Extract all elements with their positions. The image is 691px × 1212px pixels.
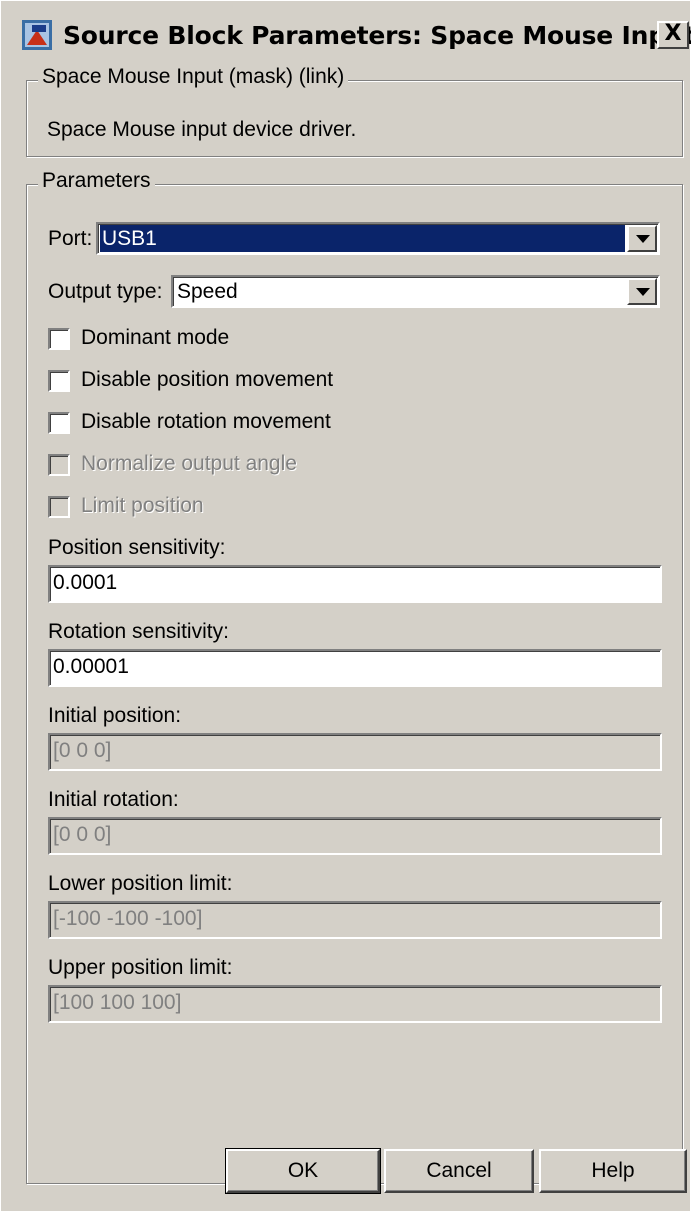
disable-rotation-movement-checkbox[interactable]: [48, 412, 70, 434]
dialog-window: Source Block Parameters: Space Mouse Inp…: [0, 0, 691, 1212]
close-button[interactable]: X: [657, 21, 689, 49]
upper-position-limit-label: Upper position limit:: [48, 956, 233, 979]
dominant-mode-checkbox[interactable]: [48, 328, 70, 350]
initial-position-label: Initial position:: [48, 704, 182, 727]
position-sensitivity-field[interactable]: 0.0001: [48, 565, 662, 603]
limit-position-label: Limit position: [81, 494, 204, 517]
output-type-value: Speed: [177, 280, 238, 303]
window-title: Source Block Parameters: Space Mouse Inp…: [63, 21, 691, 50]
disable-rotation-movement-label[interactable]: Disable rotation movement: [81, 410, 331, 434]
chevron-down-icon[interactable]: [627, 278, 657, 305]
upper-position-limit-field: [100 100 100]: [48, 985, 662, 1023]
ok-button[interactable]: OK: [225, 1148, 381, 1194]
position-sensitivity-label: Position sensitivity:: [48, 536, 226, 559]
initial-rotation-field: [0 0 0]: [48, 817, 662, 855]
cancel-button[interactable]: Cancel: [384, 1149, 534, 1193]
help-button[interactable]: Help: [539, 1149, 687, 1193]
normalize-output-angle-checkbox: [48, 454, 70, 476]
lower-position-limit-field: [-100 -100 -100]: [48, 901, 662, 939]
output-type-label: Output type:: [48, 280, 163, 303]
port-value: USB1: [100, 225, 625, 252]
disable-position-movement-checkbox[interactable]: [48, 370, 70, 392]
disable-position-movement-label[interactable]: Disable position movement: [81, 368, 333, 392]
title-bar[interactable]: Source Block Parameters: Space Mouse Inp…: [7, 7, 691, 61]
parameters-group-legend: Parameters: [38, 169, 155, 193]
normalize-output-angle-label: Normalize output angle: [81, 452, 297, 475]
port-dropdown[interactable]: USB1: [96, 222, 660, 255]
chevron-down-icon[interactable]: [627, 225, 657, 252]
lower-position-limit-label: Lower position limit:: [48, 872, 233, 895]
initial-rotation-label: Initial rotation:: [48, 788, 179, 811]
description-text: Space Mouse input device driver.: [47, 118, 357, 141]
simulink-block-icon: [22, 20, 52, 50]
rotation-sensitivity-label: Rotation sensitivity:: [48, 620, 229, 643]
initial-position-field: [0 0 0]: [48, 733, 662, 771]
dominant-mode-label[interactable]: Dominant mode: [81, 326, 229, 350]
port-label: Port:: [48, 227, 93, 250]
description-group-legend: Space Mouse Input (mask) (link): [38, 65, 349, 89]
output-type-dropdown[interactable]: Speed: [171, 275, 660, 308]
limit-position-checkbox: [48, 496, 70, 518]
rotation-sensitivity-field[interactable]: 0.00001: [48, 649, 662, 687]
